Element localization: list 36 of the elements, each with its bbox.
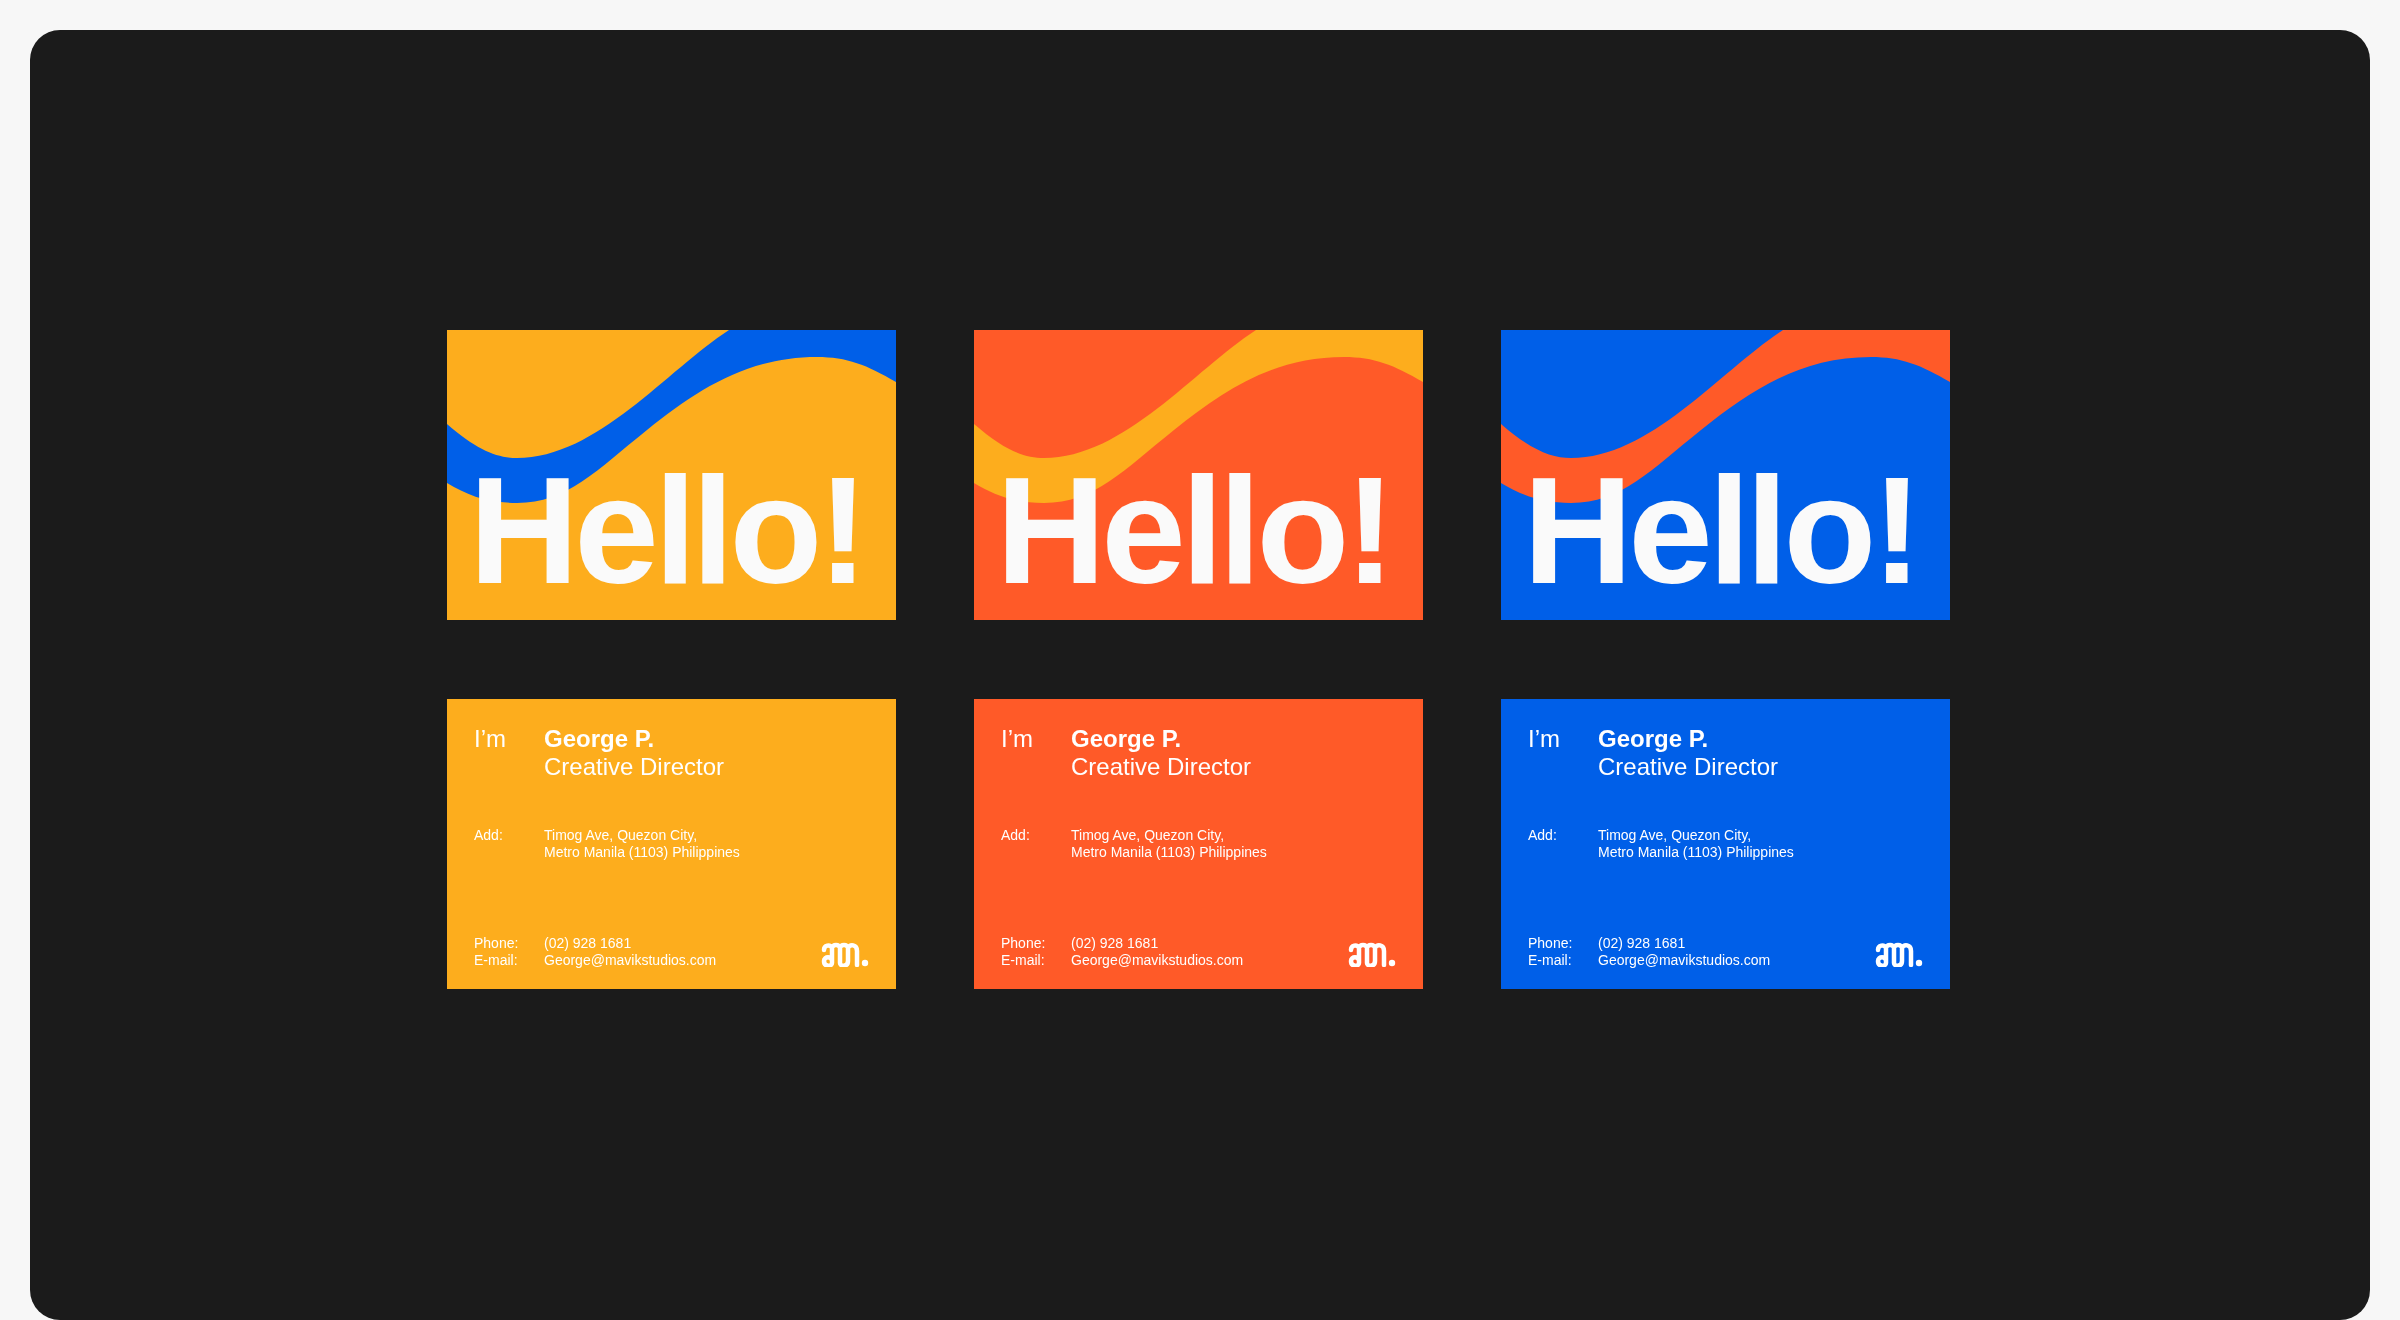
logo-icon xyxy=(821,941,869,967)
person-name: George P. xyxy=(1598,725,1710,753)
email-address: George@mavikstudios.com xyxy=(1598,952,1771,969)
address-line: Metro Manila (1103) Philippines xyxy=(1598,844,1794,861)
phone-label: Phone: xyxy=(1001,935,1047,952)
greeting-text: I’m xyxy=(1001,725,1034,754)
address-line: Metro Manila (1103) Philippines xyxy=(1071,844,1267,861)
person-name: George P. xyxy=(544,725,656,753)
email-address: George@mavikstudios.com xyxy=(544,952,717,969)
email-label: E-mail: xyxy=(474,952,519,969)
phone-number: (02) 928 1681 xyxy=(1598,935,1686,952)
phone-number: (02) 928 1681 xyxy=(544,935,632,952)
job-title: Creative Director xyxy=(1598,753,1779,781)
phone-number: (02) 928 1681 xyxy=(1071,935,1159,952)
email-label: E-mail: xyxy=(1001,952,1046,969)
address-line: Metro Manila (1103) Philippines xyxy=(544,844,740,861)
card-headline: Hello! xyxy=(469,454,864,606)
person-name: George P. xyxy=(1071,725,1183,753)
card-headline: Hello! xyxy=(1523,454,1918,606)
email-address: George@mavikstudios.com xyxy=(1071,952,1244,969)
address-line: Timog Ave, Quezon City, xyxy=(544,827,699,844)
greeting-text: I’m xyxy=(474,725,507,754)
address-label: Add: xyxy=(1528,827,1558,845)
phone-label: Phone: xyxy=(474,935,520,952)
logo-icon xyxy=(1875,941,1923,967)
card-headline: Hello! xyxy=(996,454,1391,606)
address-line: Timog Ave, Quezon City, xyxy=(1598,827,1753,844)
address-label: Add: xyxy=(1001,827,1031,845)
address-line: Timog Ave, Quezon City, xyxy=(1071,827,1226,844)
logo-icon xyxy=(1348,941,1396,967)
job-title: Creative Director xyxy=(544,753,725,781)
greeting-text: I’m xyxy=(1528,725,1561,754)
email-label: E-mail: xyxy=(1528,952,1573,969)
job-title: Creative Director xyxy=(1071,753,1252,781)
address-label: Add: xyxy=(474,827,504,845)
phone-label: Phone: xyxy=(1528,935,1574,952)
